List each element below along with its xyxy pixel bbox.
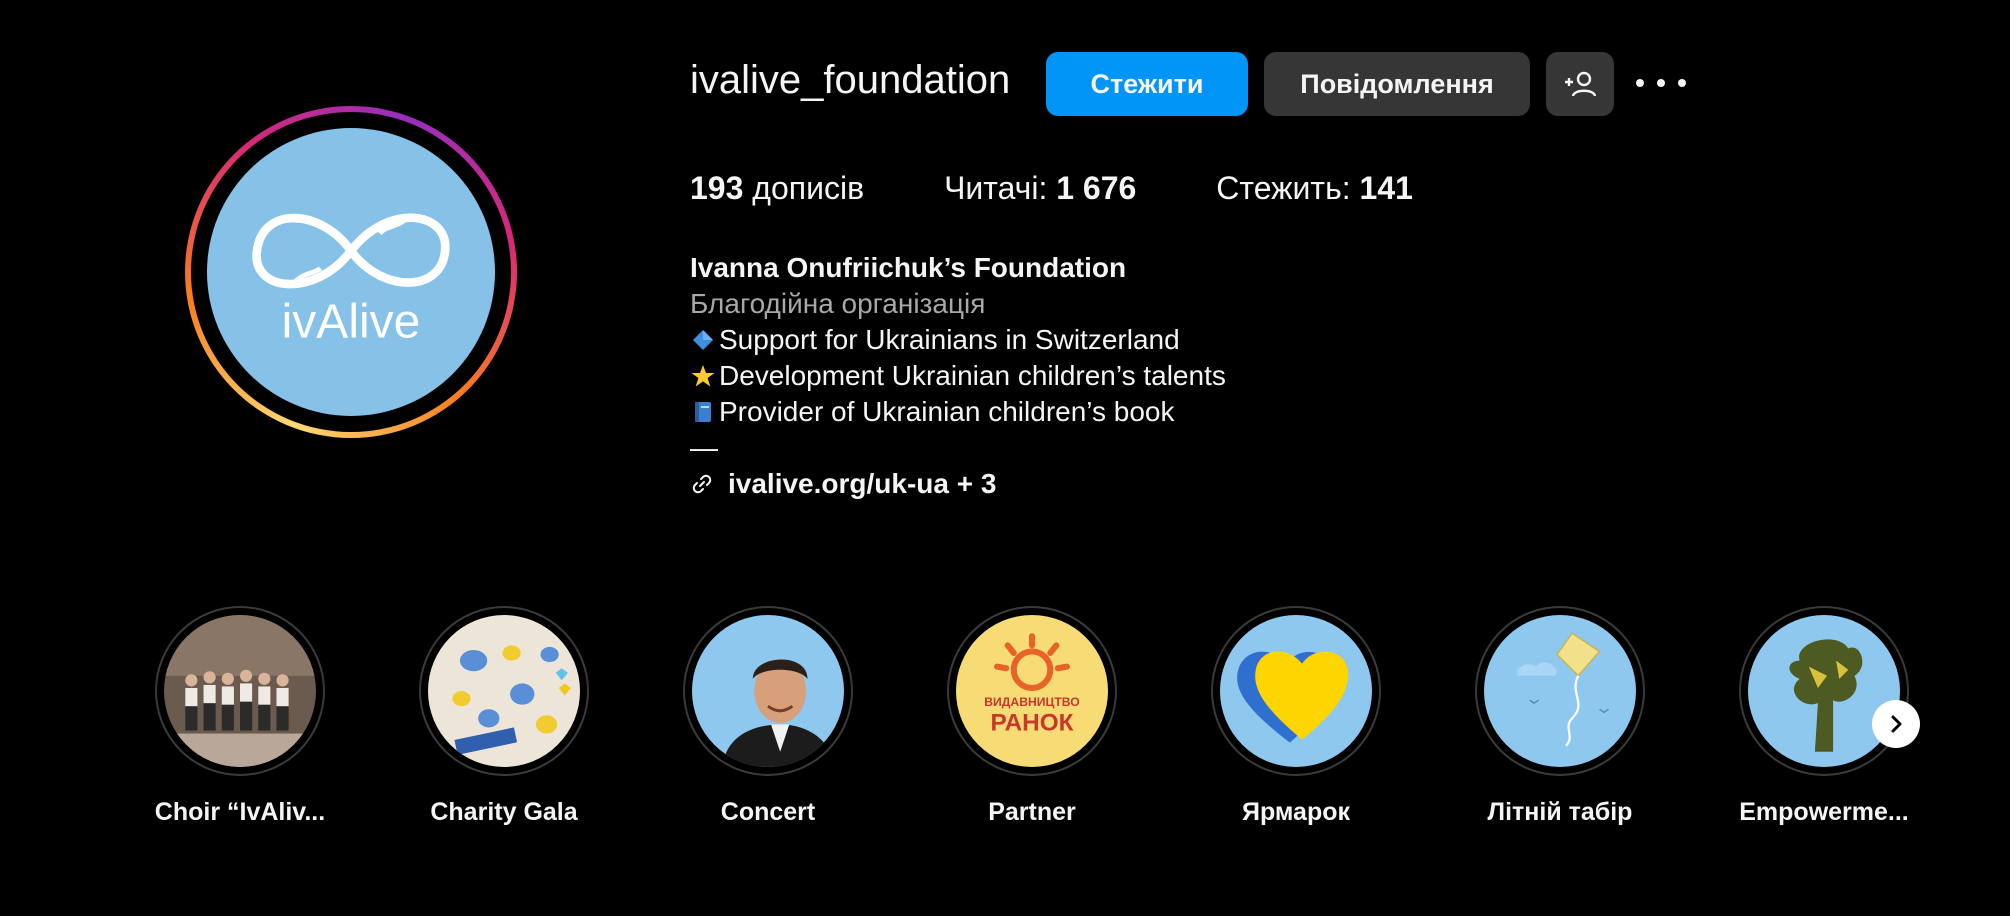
highlight-label: Concert [720,798,816,826]
concert-portrait-image [692,615,844,767]
bio-line-text: Support for Ukrainians in Switzerland [719,324,1180,355]
bio-link[interactable]: ivalive.org/uk-ua + 3 [690,466,1226,502]
highlight-cover [1211,606,1381,776]
choir-photo-image [164,615,316,767]
highlights-next-button[interactable] [1872,700,1920,748]
followers-stat[interactable]: Читачі: 1 676 [944,170,1136,207]
highlight-item[interactable]: Charity Gala [372,606,636,827]
charity-gala-image [428,615,580,767]
blue-book-icon [695,402,711,422]
bio-full-name: Ivanna Onufriichuk’s Foundation [690,252,1127,283]
highlight-cover [1739,606,1909,776]
highlight-item[interactable]: Choir “IvAliv... [108,606,372,827]
highlight-label: Charity Gala [430,798,578,826]
posts-count: 193 [690,170,744,206]
suggest-accounts-button[interactable] [1546,52,1614,116]
highlight-item[interactable]: Літній табір [1428,606,1692,827]
highlight-item[interactable]: ВИДАВНИЦТВО РАНОК Partner [900,606,1164,827]
empowerment-image [1748,615,1900,767]
highlight-item[interactable]: Concert [636,606,900,827]
more-options-icon[interactable] [1636,68,1686,98]
message-button[interactable]: Повідомлення [1264,52,1530,116]
highlight-label: Partner [988,798,1076,826]
bio-line-text: Development Ukrainian children’s talents [719,360,1226,391]
posts-stat: 193 дописів [690,170,864,207]
profile-stats: 193 дописів Читачі: 1 676 Стежить: 141 [690,170,1493,207]
following-count: 141 [1359,170,1413,206]
bio-line: Provider of Ukrainian children’s book [690,394,1226,430]
followers-label: Читачі: [944,170,1048,206]
profile-username: ivalive_foundation [690,58,1011,102]
follow-button[interactable]: Стежити [1046,52,1248,116]
bio-line: Support for Ukrainians in Switzerland [690,322,1226,358]
highlight-label: Empowerme... [1739,798,1909,826]
highlight-cover [155,606,325,776]
posts-label: дописів [752,170,865,206]
bio-line: Development Ukrainian children’s talents [690,358,1226,394]
profile-bio: Ivanna Onufriichuk’s Foundation Благодій… [690,250,1226,502]
highlight-cover: ВИДАВНИЦТВО РАНОК [947,606,1117,776]
bio-separator: — [690,432,718,463]
ivalive-logo: ivAlive [252,213,450,348]
highlight-label: Літній табір [1487,798,1633,826]
following-label: Стежить: [1216,170,1351,206]
following-stat[interactable]: Стежить: 141 [1216,170,1413,207]
avatar-logo-text: ivAlive [282,295,421,348]
kite-image [1484,615,1636,767]
ranok-publisher-text: ВИДАВНИЦТВО [984,695,1080,709]
star-icon [691,365,715,387]
bio-line-text: Provider of Ukrainian children’s book [719,396,1175,427]
chevron-right-icon [1891,715,1902,733]
bio-link-text: ivalive.org/uk-ua + 3 [728,468,997,499]
highlight-cover [419,606,589,776]
highlight-cover [683,606,853,776]
add-user-icon [1565,71,1596,97]
heart-image [1220,615,1372,767]
highlight-label: Ярмарок [1241,798,1351,826]
highlight-item[interactable]: Ярмарок [1164,606,1428,827]
ranok-name-text: РАНОК [991,710,1074,737]
avatar-gap: ivAlive [191,112,511,432]
blue-diamond-icon [693,330,713,350]
bio-category: Благодійна організація [690,288,986,319]
avatar-image: ivAlive [207,128,495,416]
ranok-logo-image: ВИДАВНИЦТВО РАНОК [956,615,1108,767]
link-icon [692,474,712,494]
profile-avatar[interactable]: ivAlive [185,106,517,438]
highlight-cover [1475,606,1645,776]
followers-count: 1 676 [1056,170,1137,206]
highlight-label: Choir “IvAliv... [154,798,326,826]
